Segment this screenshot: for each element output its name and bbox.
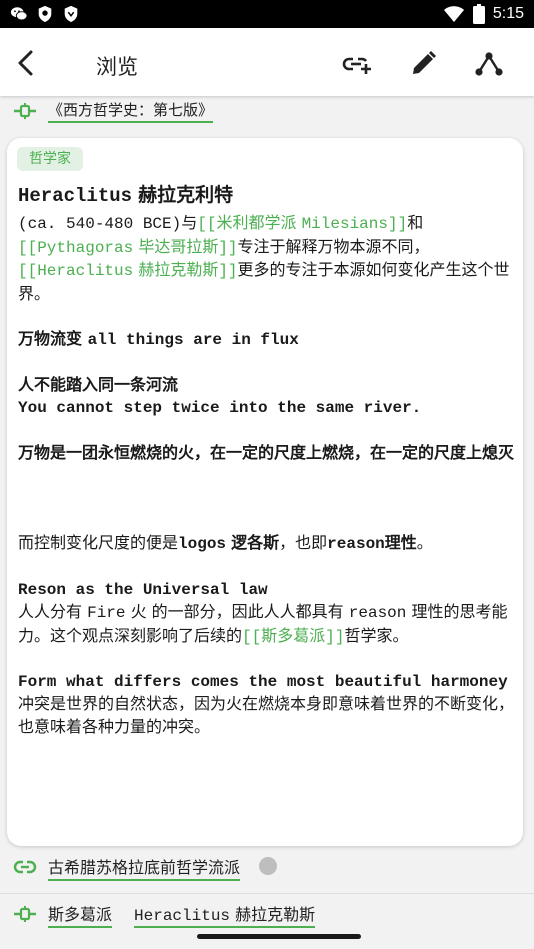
- conflict-paragraph: 冲突是世界的自然状态，因为火在燃烧本身即意味着世界的不断变化，也意味着各种力量的…: [18, 694, 515, 737]
- flux-heading: 万物流变 all things are in flux: [18, 328, 514, 352]
- flux-heading-en: all things are in flux: [87, 330, 299, 349]
- text: 与: [181, 213, 198, 232]
- link-heraclitus-cn[interactable]: 赫拉克勒斯: [138, 260, 218, 279]
- link-plug-icon: [14, 103, 36, 119]
- text: 而控制变化尺度的便是: [18, 533, 179, 553]
- bracket: [[: [197, 215, 217, 233]
- flux-heading-cn: 万物流变: [18, 328, 83, 348]
- graph-icon[interactable]: [474, 50, 504, 78]
- link-stoics[interactable]: 斯多葛派: [261, 626, 325, 645]
- home-indicator[interactable]: [197, 934, 361, 939]
- shield-icon: [38, 5, 52, 23]
- text: 和: [407, 213, 424, 232]
- text: ，也即: [279, 533, 328, 553]
- category-chip[interactable]: 哲学家: [17, 147, 83, 171]
- status-time: 5:15: [492, 5, 524, 22]
- reason-term: reason: [327, 535, 385, 554]
- logos-paragraph: 而控制变化尺度的便是logos 逻各斯，也即reason理性。: [18, 532, 514, 556]
- touch-indicator: [259, 857, 277, 875]
- link-plug-icon: [14, 906, 36, 922]
- text: 人人分有: [18, 602, 88, 622]
- heading-en: Heraclitus: [18, 185, 133, 207]
- bracket: ]]: [387, 215, 408, 233]
- link-icon: [13, 860, 37, 874]
- bracket: [[: [18, 262, 38, 281]
- top-link-row[interactable]: 《西方哲学史：第七版》: [13, 96, 214, 126]
- fire-term: Fire: [87, 604, 126, 623]
- fire-paragraph: 人人分有 Fire 火 的一部分，因此人人都具有 reason 理性的思考能力。…: [18, 601, 514, 648]
- bracket: ]]: [325, 627, 345, 646]
- heading-cn: 赫拉克利特: [138, 184, 234, 206]
- law-heading: Reson as the Universal law: [18, 580, 268, 599]
- bottom-link-heraclitus-cn: 赫拉克勒斯: [235, 904, 316, 924]
- bracket: [[: [242, 627, 262, 646]
- page-title: 浏览: [96, 55, 138, 79]
- add-link-icon[interactable]: [342, 50, 372, 78]
- bracket: ]]: [218, 262, 238, 281]
- note-content: Heraclitus 赫拉克利特 (ca. 540-480 BCE)与[[米利都…: [18, 182, 514, 739]
- reason-term-cn: 理性: [384, 533, 417, 553]
- divider: [0, 893, 534, 894]
- shield-icon: [64, 5, 78, 23]
- river-heading-cn: 人不能踏入同一条河流: [18, 375, 179, 395]
- text: 专注于解释万物本源不同，: [237, 236, 430, 256]
- note-card: 哲学家 Heraclitus 赫拉克利特 (ca. 540-480 BCE)与[…: [7, 138, 523, 846]
- reason-term: reason: [348, 604, 407, 623]
- river-heading-en: You cannot step twice into the same rive…: [18, 398, 422, 417]
- battery-icon: [472, 4, 485, 24]
- status-bar: 5:15: [0, 0, 534, 28]
- bottom-link-heraclitus-en: Heraclitus: [134, 906, 231, 925]
- bracket: [[: [18, 238, 38, 257]
- link-milesians[interactable]: 米利都学派: [216, 213, 296, 232]
- logos-term-cn: 逻各斯: [231, 533, 280, 553]
- link-milesians-en[interactable]: Milesians: [302, 215, 388, 233]
- wifi-icon: [443, 6, 464, 22]
- pencil-icon[interactable]: [409, 50, 439, 78]
- note-heading: Heraclitus 赫拉克利特: [18, 182, 514, 209]
- link-pythagoras-cn[interactable]: 毕达哥拉斯: [138, 237, 218, 256]
- bracket: ]]: [218, 238, 238, 257]
- fire-heading: 万物是一团永恒燃烧的火，在一定的尺度上燃烧，在一定的尺度上熄灭: [18, 442, 515, 462]
- wechat-icon: [10, 7, 28, 21]
- bottom-link-heraclitus[interactable]: Heraclitus 赫拉克勒斯: [134, 901, 316, 928]
- text: 哲学家。: [344, 625, 409, 645]
- backlink-row[interactable]: 古希腊苏格拉底前哲学流派: [13, 852, 241, 882]
- logos-term: logos: [178, 535, 227, 554]
- date-range: (ca. 540-480 BCE): [18, 215, 182, 233]
- back-arrow-icon[interactable]: [12, 48, 42, 78]
- backlink[interactable]: 古希腊苏格拉底前哲学流派: [48, 854, 241, 881]
- top-link[interactable]: 《西方哲学史：第七版》: [48, 99, 214, 123]
- harmony-heading: Form what differs comes the most beautif…: [18, 672, 508, 691]
- bottom-links-row: 斯多葛派 Heraclitus 赫拉克勒斯: [13, 899, 316, 929]
- intro-paragraph: (ca. 540-480 BCE)与[[米利都学派 Milesians]]和[[…: [18, 212, 514, 305]
- link-pythagoras[interactable]: Pythagoras: [37, 239, 133, 257]
- link-heraclitus[interactable]: Heraclitus: [37, 262, 133, 280]
- bottom-link-stoics[interactable]: 斯多葛派: [48, 901, 113, 928]
- app-bar: 浏览: [0, 28, 534, 96]
- text: 。: [416, 533, 433, 553]
- text: 火 的一部分，因此人人都具有: [125, 602, 349, 622]
